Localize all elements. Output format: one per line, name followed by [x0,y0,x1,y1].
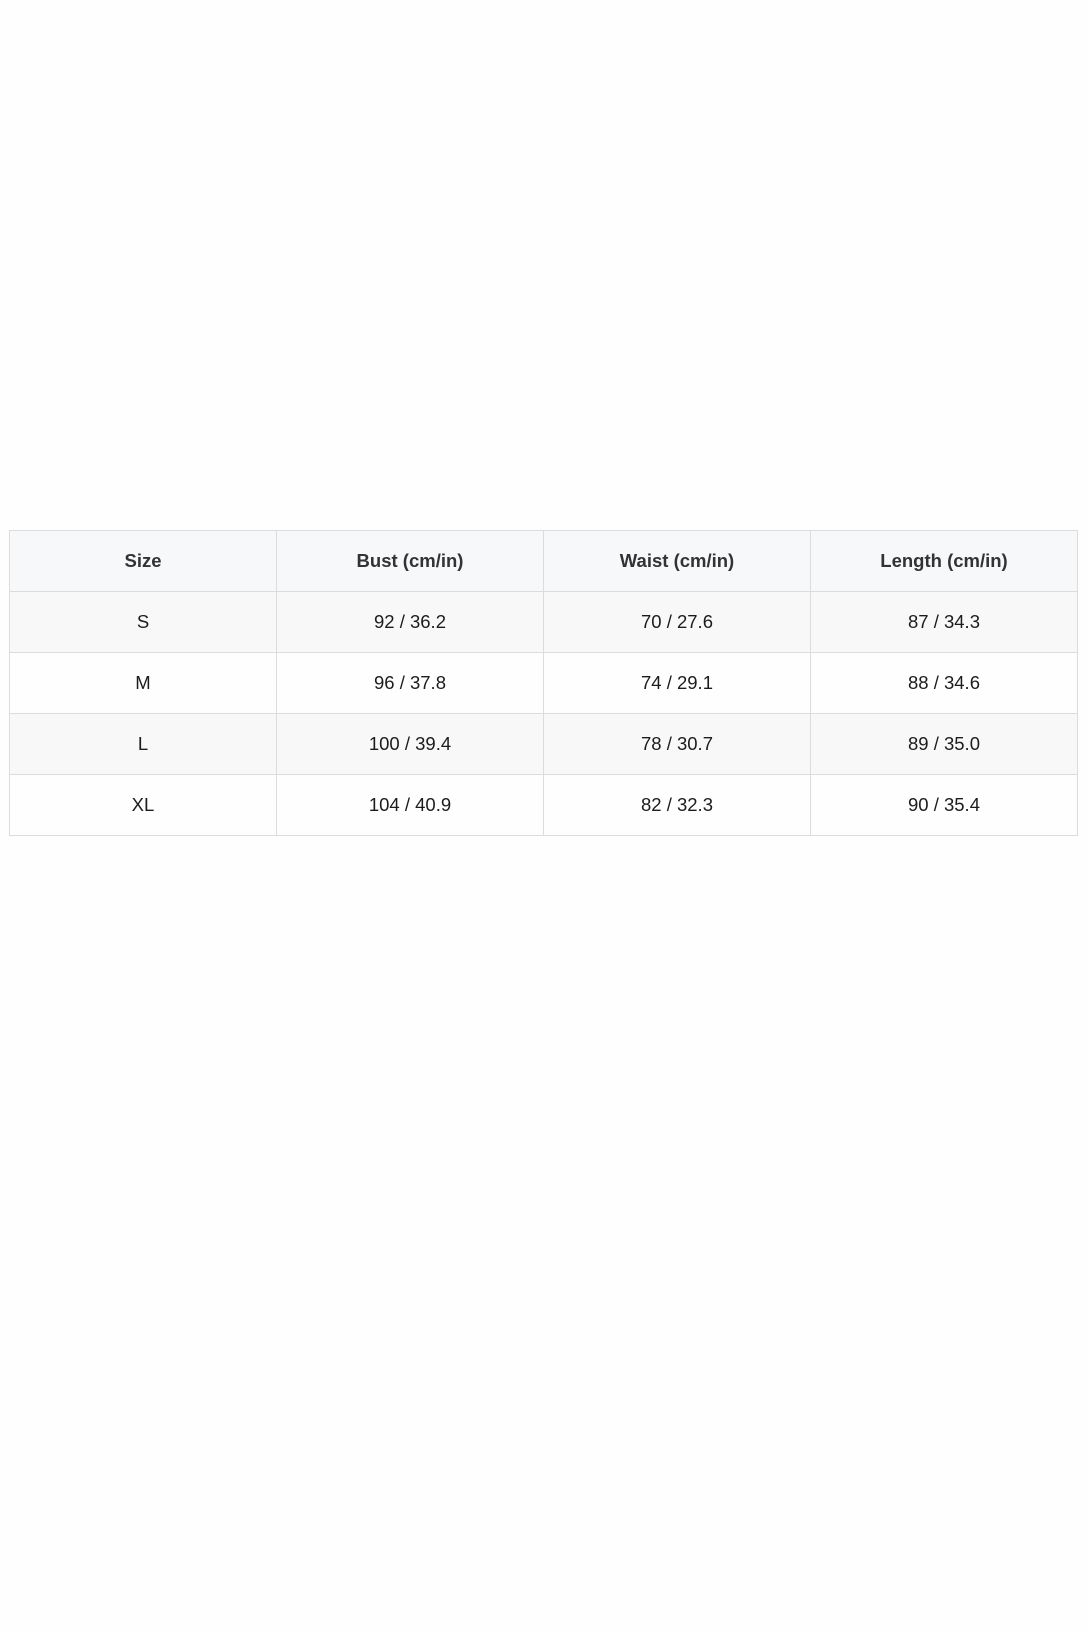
table-row: XL 104 / 40.9 82 / 32.3 90 / 35.4 [9,774,1078,836]
header-length: Length (cm/in) [810,530,1078,592]
cell-waist: 78 / 30.7 [543,713,811,775]
cell-waist: 74 / 29.1 [543,652,811,714]
cell-length: 87 / 34.3 [810,591,1078,653]
cell-size: S [9,591,277,653]
table-row: M 96 / 37.8 74 / 29.1 88 / 34.6 [9,652,1078,714]
table-row: L 100 / 39.4 78 / 30.7 89 / 35.0 [9,713,1078,775]
header-waist: Waist (cm/in) [543,530,811,592]
cell-waist: 82 / 32.3 [543,774,811,836]
table-row: S 92 / 36.2 70 / 27.6 87 / 34.3 [9,591,1078,653]
size-chart-body: S 92 / 36.2 70 / 27.6 87 / 34.3 M 96 / 3… [9,591,1078,836]
cell-bust: 96 / 37.8 [276,652,544,714]
cell-size: XL [9,774,277,836]
header-row: Size Bust (cm/in) Waist (cm/in) Length (… [9,530,1078,592]
size-chart-header: Size Bust (cm/in) Waist (cm/in) Length (… [9,530,1078,592]
cell-size: L [9,713,277,775]
cell-waist: 70 / 27.6 [543,591,811,653]
header-bust: Bust (cm/in) [276,530,544,592]
cell-size: M [9,652,277,714]
size-chart-table: Size Bust (cm/in) Waist (cm/in) Length (… [9,530,1078,836]
cell-bust: 92 / 36.2 [276,591,544,653]
cell-length: 89 / 35.0 [810,713,1078,775]
cell-bust: 100 / 39.4 [276,713,544,775]
header-size: Size [9,530,277,592]
cell-bust: 104 / 40.9 [276,774,544,836]
cell-length: 88 / 34.6 [810,652,1078,714]
cell-length: 90 / 35.4 [810,774,1078,836]
